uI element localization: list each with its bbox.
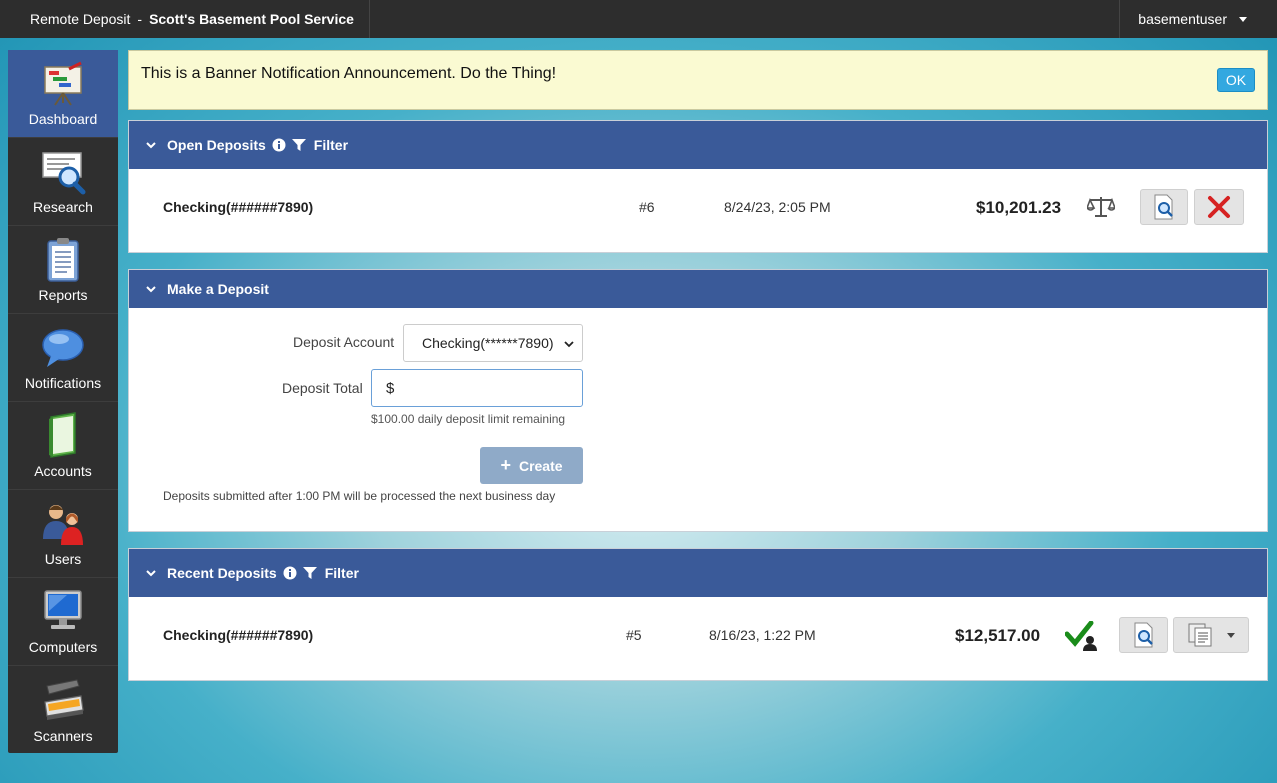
table-row: Checking(######7890) #5 8/16/23, 1:22 PM…: [129, 597, 1267, 681]
recent-deposits-filter[interactable]: Filter: [325, 565, 359, 581]
deposit-account-value: Checking(******7890): [422, 335, 554, 351]
sidebar: Dashboard Research Reports Notifications: [8, 50, 118, 753]
speech-bubble-icon: [42, 329, 84, 367]
deposit-account-label: Deposit Account: [293, 334, 395, 350]
create-deposit-button[interactable]: + Create: [480, 447, 583, 484]
deposit-number: #6: [639, 199, 655, 215]
balance-scale-icon[interactable]: [1087, 195, 1115, 219]
recent-deposits-title: Recent Deposits: [167, 565, 277, 581]
info-icon[interactable]: [283, 566, 297, 580]
sidebar-item-label: Dashboard: [28, 111, 98, 127]
document-search-icon: [1154, 194, 1173, 220]
deposit-account-select[interactable]: Checking(******7890): [403, 324, 583, 362]
sidebar-item-notifications[interactable]: Notifications: [8, 314, 118, 402]
view-deposit-button[interactable]: [1140, 189, 1188, 225]
view-deposit-button[interactable]: [1119, 617, 1168, 653]
folder-icon: [49, 412, 76, 458]
chevron-down-icon[interactable]: [145, 283, 157, 295]
sidebar-item-scanners[interactable]: Scanners: [8, 666, 118, 754]
sidebar-item-label: Users: [44, 551, 82, 567]
make-deposit-title: Make a Deposit: [167, 281, 269, 297]
open-deposits-panel: Open Deposits Filter Checking(######7890…: [128, 120, 1268, 253]
brand-separator: -: [137, 11, 143, 27]
recent-deposits-panel: Recent Deposits Filter Checking(######78…: [128, 548, 1268, 681]
deposit-account: Checking(######7890): [163, 199, 314, 215]
research-icon: [42, 152, 86, 195]
plus-icon: +: [500, 455, 511, 475]
sidebar-item-computers[interactable]: Computers: [8, 578, 118, 666]
sidebar-item-users[interactable]: Users: [8, 490, 118, 578]
sidebar-item-label: Accounts: [34, 463, 92, 479]
document-search-icon: [1134, 622, 1153, 648]
open-deposits-header[interactable]: Open Deposits Filter: [129, 121, 1267, 169]
sidebar-item-dashboard[interactable]: Dashboard: [8, 50, 118, 138]
chevron-down-icon: [564, 341, 574, 348]
sidebar-item-research[interactable]: Research: [8, 138, 118, 226]
banner-ok-button[interactable]: OK: [1217, 68, 1255, 92]
dashboard-icon: [44, 61, 82, 106]
deposit-total-input[interactable]: [400, 380, 561, 396]
caret-down-icon: [1239, 16, 1247, 22]
deposit-form: Deposit Account Checking(******7890) Dep…: [129, 308, 1267, 532]
sidebar-item-reports[interactable]: Reports: [8, 226, 118, 314]
banner-notification: This is a Banner Notification Announceme…: [128, 50, 1268, 110]
approved-check-icon: [1065, 621, 1097, 651]
copy-report-icon: [1188, 623, 1212, 647]
sidebar-item-label: Reports: [38, 287, 88, 303]
filter-icon[interactable]: [291, 138, 306, 152]
sidebar-item-accounts[interactable]: Accounts: [8, 402, 118, 490]
open-deposits-title: Open Deposits: [167, 137, 266, 153]
deposit-date: 8/24/23, 2:05 PM: [724, 199, 831, 215]
deposit-amount: $12,517.00: [955, 626, 1041, 645]
filter-icon[interactable]: [302, 566, 317, 580]
currency-symbol: $: [386, 379, 395, 397]
chevron-down-icon[interactable]: [145, 139, 157, 151]
top-bar: Remote Deposit - Scott's Basement Pool S…: [0, 0, 1277, 38]
deposit-number: #5: [626, 627, 642, 643]
monitor-icon: [44, 590, 82, 629]
caret-down-icon: [1227, 632, 1235, 638]
deposit-limit-text: $100.00 daily deposit limit remaining: [371, 412, 566, 426]
app-brand: Remote Deposit - Scott's Basement Pool S…: [0, 0, 370, 38]
deposit-date: 8/16/23, 1:22 PM: [709, 627, 816, 643]
deposit-account: Checking(######7890): [163, 627, 314, 643]
report-menu-button[interactable]: [1173, 617, 1249, 653]
user-menu[interactable]: basementuser: [1119, 0, 1277, 38]
make-deposit-panel: Make a Deposit Deposit Account Checking(…: [128, 269, 1268, 532]
recent-deposits-header[interactable]: Recent Deposits Filter: [129, 549, 1267, 597]
cutoff-note: Deposits submitted after 1:00 PM will be…: [163, 489, 556, 503]
sidebar-item-label: Notifications: [24, 375, 102, 391]
username: basementuser: [1138, 11, 1227, 27]
delete-x-icon: [1208, 196, 1230, 218]
deposit-total-field[interactable]: $: [371, 369, 583, 407]
create-label: Create: [518, 457, 563, 474]
app-name: Remote Deposit: [30, 11, 131, 27]
make-deposit-header[interactable]: Make a Deposit: [129, 270, 1267, 308]
deposit-amount: $10,201.23: [976, 198, 1062, 217]
scanner-icon: [44, 679, 84, 720]
sidebar-item-label: Research: [33, 199, 93, 215]
table-row: Checking(######7890) #6 8/24/23, 2:05 PM…: [129, 169, 1267, 253]
banner-text: This is a Banner Notification Announceme…: [141, 65, 557, 82]
users-icon: [43, 505, 83, 545]
info-icon[interactable]: [272, 138, 286, 152]
chevron-down-icon[interactable]: [145, 567, 157, 579]
organization-name: Scott's Basement Pool Service: [149, 11, 354, 27]
open-deposits-filter[interactable]: Filter: [314, 137, 348, 153]
sidebar-item-label: Scanners: [33, 728, 93, 744]
deposit-total-label: Deposit Total: [282, 380, 363, 396]
sidebar-item-label: Computers: [28, 639, 98, 655]
clipboard-icon: [47, 238, 79, 282]
delete-deposit-button[interactable]: [1194, 189, 1244, 225]
